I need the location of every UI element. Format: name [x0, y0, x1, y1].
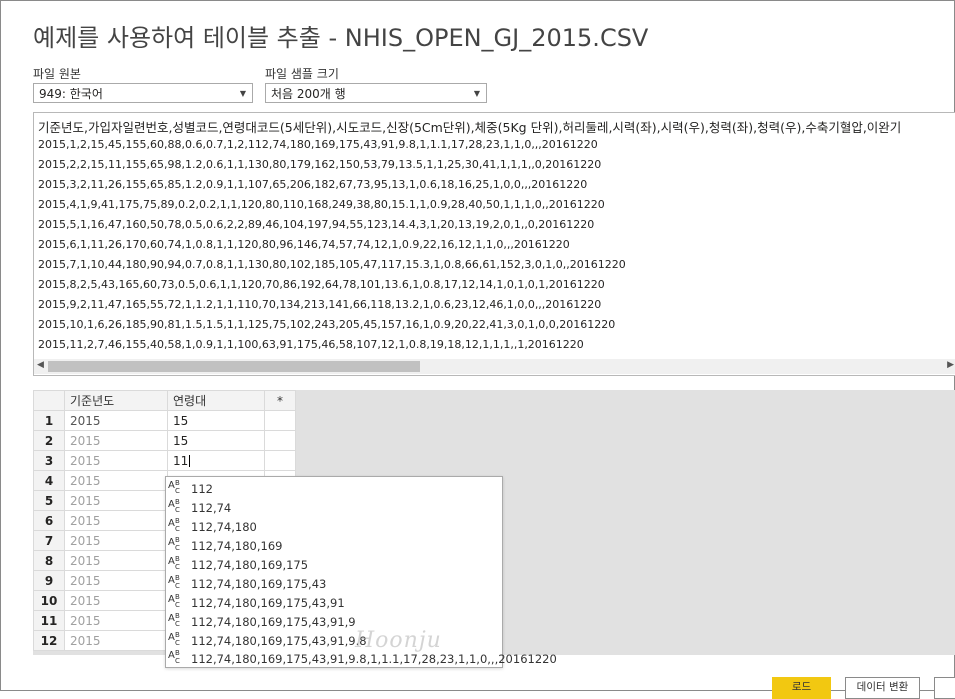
suggestion-text: 112,74,180,169,175,43,91,9 — [191, 615, 356, 629]
row-number: 8 — [33, 550, 65, 571]
preview-line: 2015,1,2,15,45,155,60,88,0.6,0.7,1,2,112… — [38, 138, 598, 151]
sample-size-dropdown[interactable]: 처음 200개 행 ▼ — [265, 83, 487, 103]
preview-line: 2015,11,2,7,46,155,40,58,1,0.9,1,1,100,6… — [38, 338, 584, 351]
scroll-left-icon[interactable]: ◀ — [37, 360, 44, 370]
file-origin-label: 파일 원본 — [33, 67, 81, 81]
row-number: 3 — [33, 450, 65, 471]
suggestion-text: 112,74,180,169 — [191, 539, 283, 553]
table-row: 3 2015 11 — [33, 450, 296, 471]
text-caret — [189, 455, 191, 467]
suggestion-item[interactable]: ABC 112,74,180,169,175,43,91,9.8 — [166, 631, 501, 650]
suggestion-text: 112,74,180,169,175,43,91,9.8 — [191, 634, 367, 648]
chevron-down-icon: ▼ — [239, 89, 246, 98]
preview-line: 2015,10,1,6,26,185,90,81,1.5,1.5,1,1,125… — [38, 318, 616, 331]
suggestion-text: 112,74,180,169,175,43,91 — [191, 596, 345, 610]
file-origin-dropdown[interactable]: 949: 한국어 ▼ — [33, 83, 253, 103]
column-header-age[interactable]: 연령대 — [167, 390, 265, 411]
year-cell: 2015 — [64, 530, 168, 551]
sample-size-label: 파일 샘플 크기 — [265, 67, 339, 81]
year-cell: 2015 — [64, 550, 168, 571]
new-column-cell[interactable] — [264, 410, 296, 431]
year-cell: 2015 — [64, 570, 168, 591]
preview-line: 2015,3,2,11,26,155,65,85,1.2,0.9,1,1,107… — [38, 178, 588, 191]
age-cell-input[interactable]: 11 — [173, 454, 188, 468]
scroll-right-icon[interactable]: ▶ — [947, 360, 954, 370]
suggestion-item[interactable]: ABC 112,74,180,169,175,43,91 — [166, 593, 501, 612]
age-cell[interactable]: 15 — [167, 410, 265, 431]
preview-line: 2015,4,1,9,41,175,75,89,0.2,0.2,1,1,120,… — [38, 198, 605, 211]
row-number: 4 — [33, 470, 65, 491]
suggestion-item[interactable]: ABC 112,74,180,169 — [166, 536, 501, 555]
age-cell[interactable]: 15 — [167, 430, 265, 451]
suggestion-item[interactable]: ABC 112,74,180 — [166, 517, 501, 536]
year-cell: 2015 — [64, 610, 168, 631]
year-cell: 2015 — [64, 630, 168, 651]
suggestion-item[interactable]: ABC 112,74 — [166, 498, 501, 517]
row-number: 1 — [33, 410, 65, 431]
preview-line: 2015,6,1,11,26,170,60,74,1,0.8,1,1,120,8… — [38, 238, 570, 251]
transform-data-button[interactable]: 데이터 변환 — [845, 677, 920, 699]
suggestion-item[interactable]: ABC 112 — [166, 479, 501, 498]
file-origin-value: 949: 한국어 — [39, 87, 103, 101]
year-cell: 2015 — [64, 410, 168, 431]
suggestion-dropdown: ABC 112 ABC 112,74 ABC 112,74,180 ABC 11… — [165, 476, 557, 668]
suggestion-text: 112,74,180 — [191, 520, 257, 534]
cancel-button[interactable] — [934, 677, 955, 699]
row-number: 5 — [33, 490, 65, 511]
suggestion-item[interactable]: ABC 112,74,180,169,175,43 — [166, 574, 501, 593]
row-number: 11 — [33, 610, 65, 631]
preview-line: 2015,8,2,5,43,165,60,73,0.5,0.6,1,1,120,… — [38, 278, 605, 291]
new-column-cell[interactable] — [264, 450, 296, 471]
row-number: 10 — [33, 590, 65, 611]
sample-size-value: 처음 200개 행 — [271, 87, 346, 101]
load-button[interactable]: 로드 — [772, 677, 831, 699]
suggestion-text: 112,74 — [191, 501, 232, 515]
age-cell-editing[interactable]: 11 — [167, 450, 265, 471]
row-number: 9 — [33, 570, 65, 591]
row-number-header — [33, 390, 65, 411]
preview-line: 2015,9,2,11,47,165,55,72,1,1.2,1,1,110,7… — [38, 298, 602, 311]
suggestion-text: 112,74,180,169,175 — [191, 558, 309, 572]
preview-line: 2015,7,1,10,44,180,90,94,0.7,0.8,1,1,130… — [38, 258, 626, 271]
year-cell: 2015 — [64, 510, 168, 531]
row-number: 6 — [33, 510, 65, 531]
suggestion-text: 112 — [191, 482, 213, 496]
row-number: 7 — [33, 530, 65, 551]
year-cell: 2015 — [64, 590, 168, 611]
preview-line: 2015,5,1,16,47,160,50,78,0.5,0.6,2,2,89,… — [38, 218, 595, 231]
chevron-down-icon: ▼ — [473, 89, 480, 98]
year-cell: 2015 — [64, 470, 168, 491]
suggestion-item[interactable]: ABC 112,74,180,169,175,43,91,9.8,1,1.1,1… — [166, 649, 557, 668]
suggestion-text: 112,74,180,169,175,43,91,9.8,1,1.1,17,28… — [191, 652, 557, 666]
table-row: 2 2015 15 — [33, 430, 296, 451]
add-column-header[interactable]: * — [264, 390, 296, 411]
year-cell: 2015 — [64, 450, 168, 471]
year-cell: 2015 — [64, 430, 168, 451]
table-row: 1 2015 15 — [33, 410, 296, 431]
preview-line: 2015,2,2,15,11,155,65,98,1.2,0.6,1,1,130… — [38, 158, 602, 171]
suggestion-text: 112,74,180,169,175,43 — [191, 577, 327, 591]
row-number: 12 — [33, 630, 65, 651]
row-number: 2 — [33, 430, 65, 451]
dialog-title: 예제를 사용하여 테이블 추출 - NHIS_OPEN_GJ_2015.CSV — [33, 24, 649, 52]
suggestion-item[interactable]: ABC 112,74,180,169,175 — [166, 555, 501, 574]
year-cell: 2015 — [64, 490, 168, 511]
horizontal-scrollbar[interactable]: ◀ ▶ — [34, 359, 955, 374]
watermark: Hoonju — [355, 628, 442, 653]
preview-line: 기준년도,가입자일련번호,성별코드,연령대코드(5세단위),시도코드,신장(5C… — [38, 120, 902, 135]
scrollbar-thumb[interactable] — [48, 361, 420, 372]
suggestion-item[interactable]: ABC 112,74,180,169,175,43,91,9 — [166, 612, 501, 631]
file-preview[interactable]: 기준년도,가입자일련번호,성별코드,연령대코드(5세단위),시도코드,신장(5C… — [33, 112, 955, 376]
column-header-year[interactable]: 기준년도 — [64, 390, 168, 411]
new-column-cell[interactable] — [264, 430, 296, 451]
